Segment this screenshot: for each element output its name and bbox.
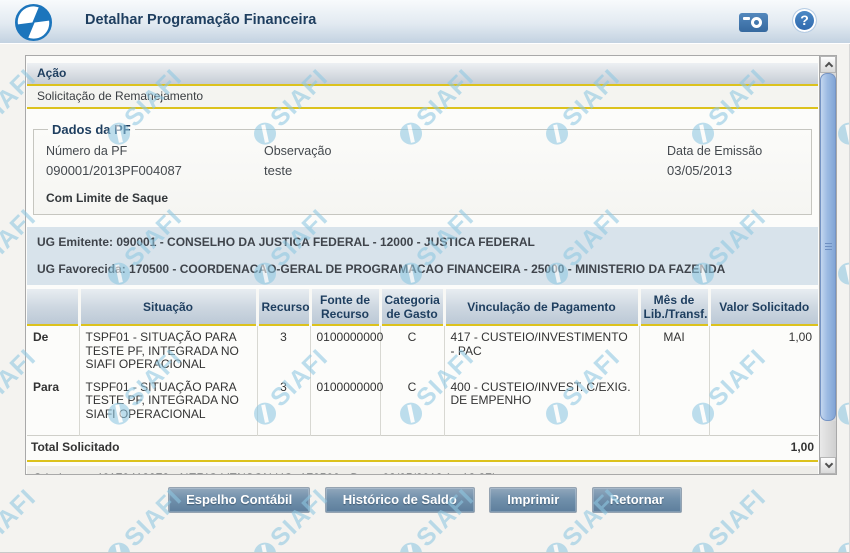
total-label: Total Solicitado	[27, 436, 709, 461]
data-emissao-label: Data de Emissão	[667, 144, 799, 158]
top-header-bar: Detalhar Programação Financeira ?	[0, 0, 850, 44]
scrollbar-thumb[interactable]	[820, 73, 836, 421]
cell-valor-solicitado: 1,00	[709, 325, 818, 436]
scroll-down-button[interactable]	[820, 457, 836, 474]
table-total-row: Total Solicitado 1,00	[27, 436, 818, 461]
cell-categoria-de: C	[380, 325, 444, 376]
cell-fonte-para: 0100000000	[310, 376, 380, 436]
table-header-row: Situação Recurso Fonte de Recurso Catego…	[27, 289, 818, 325]
cell-recurso-para: 3	[257, 376, 310, 436]
panel-content: Ação Solicitação de Remanejamento Dados …	[26, 56, 819, 474]
historico-saldo-button[interactable]: Histórico de Saldo	[325, 487, 475, 513]
scroll-up-button[interactable]	[820, 56, 836, 73]
cell-tipo-de: De	[27, 325, 79, 376]
acao-value: Solicitação de Remanejamento	[27, 86, 818, 109]
limite-saque-note: Com Limite de Saque	[46, 191, 799, 205]
cell-vinculacao-de: 417 - CUSTEIO/INVESTIMENTO - PAC	[444, 325, 639, 376]
cell-tipo-para: Para	[27, 376, 79, 436]
dados-pf-legend: Dados da PF	[48, 122, 135, 137]
imprimir-button[interactable]: Imprimir	[489, 487, 577, 513]
camera-lens-detail	[751, 17, 762, 28]
total-value: 1,00	[709, 436, 818, 461]
chevron-up-icon	[825, 62, 833, 70]
observacao-field: Observação teste	[264, 144, 667, 178]
observacao-value: teste	[264, 163, 667, 178]
dados-pf-fieldset: Dados da PF Número da PF 090001/2013PF00…	[33, 122, 812, 215]
cell-situacao-de: TSPF01 - SITUAÇÃO PARA TESTE PF, INTEGRA…	[79, 325, 257, 376]
action-button-bar: Espelho Contábil Histórico de Saldo Impr…	[0, 487, 850, 513]
created-by-note: Criado por: 46170413972 - NERIO VENSON U…	[27, 466, 818, 475]
col-header-categoria-gasto: Categoria de Gasto	[380, 289, 444, 325]
ug-emitente: UG Emitente: 090001 - CONSELHO DA JUSTIC…	[37, 235, 808, 249]
camera-flash-detail	[743, 17, 750, 20]
cell-situacao-para: TSPF01 - SITUAÇÃO PARA TESTE PF, INTEGRA…	[79, 376, 257, 436]
vertical-scrollbar[interactable]	[819, 56, 836, 474]
data-emissao-field: Data de Emissão 03/05/2013	[667, 144, 799, 178]
col-header-fonte-recurso: Fonte de Recurso	[310, 289, 380, 325]
cell-recurso-de: 3	[257, 325, 310, 376]
camera-icon[interactable]	[739, 13, 768, 32]
chevron-down-icon	[825, 460, 833, 468]
col-header-mes: Mês de Lib./Transf.	[639, 289, 709, 325]
data-emissao-value: 03/05/2013	[667, 163, 799, 178]
remanejamento-table: Situação Recurso Fonte de Recurso Catego…	[27, 289, 818, 462]
siafi-logo-icon	[15, 4, 52, 41]
col-header-recurso: Recurso	[257, 289, 310, 325]
numero-pf-field: Número da PF 090001/2013PF004087	[46, 144, 264, 178]
table-row-de: De TSPF01 - SITUAÇÃO PARA TESTE PF, INTE…	[27, 325, 818, 376]
col-header-valor: Valor Solicitado	[709, 289, 818, 325]
ug-info-box: UG Emitente: 090001 - CONSELHO DA JUSTIC…	[27, 227, 818, 285]
observacao-label: Observação	[264, 144, 667, 158]
cell-mes-lib: MAI	[639, 325, 709, 436]
help-icon[interactable]: ?	[793, 9, 816, 32]
cell-vinculacao-para: 400 - CUSTEIO/INVEST. C/EXIG. DE EMPENHO	[444, 376, 639, 436]
cell-categoria-para: C	[380, 376, 444, 436]
scrollbar-grip-icon	[825, 243, 832, 252]
col-header-tipo	[27, 289, 79, 325]
numero-pf-value: 090001/2013PF004087	[46, 163, 264, 178]
page-title: Detalhar Programação Financeira	[85, 12, 316, 28]
cell-fonte-de: 0100000000	[310, 325, 380, 376]
retornar-button[interactable]: Retornar	[592, 487, 682, 513]
acao-section-header: Ação	[27, 63, 818, 86]
scrollbar-track[interactable]	[820, 421, 836, 457]
numero-pf-label: Número da PF	[46, 144, 264, 158]
col-header-situacao: Situação	[79, 289, 257, 325]
espelho-contabil-button[interactable]: Espelho Contábil	[168, 487, 310, 513]
ug-favorecida: UG Favorecida: 170500 - COORDENACAO-GERA…	[37, 262, 808, 276]
col-header-vinculacao: Vinculação de Pagamento	[444, 289, 639, 325]
detail-panel: Ação Solicitação de Remanejamento Dados …	[25, 55, 837, 475]
